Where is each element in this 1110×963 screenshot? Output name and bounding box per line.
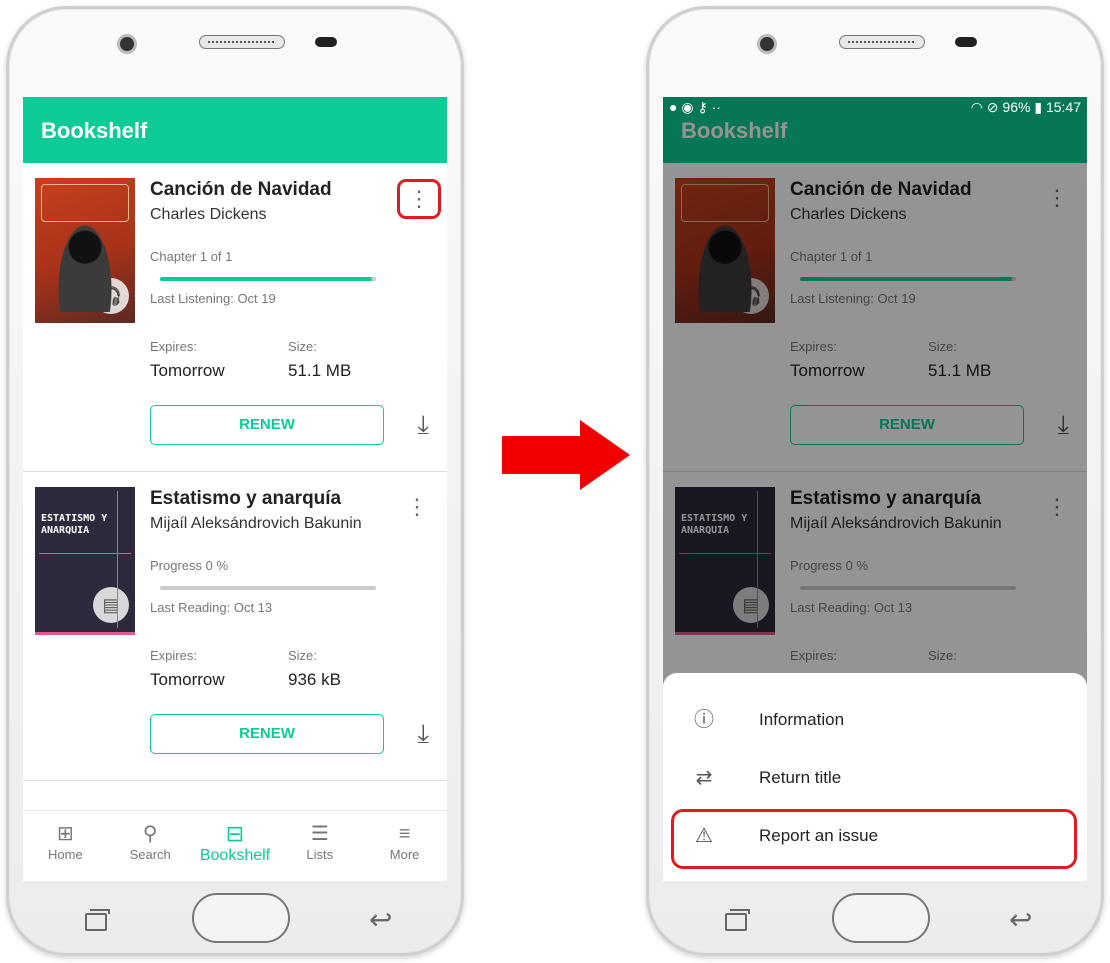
book-author: Mijaíl Aleksándrovich Bakunin xyxy=(150,515,362,532)
book-card[interactable]: ESTATISMO Y ANARQUIA ▤ Estatismo y anarq… xyxy=(23,472,447,781)
earpiece-speaker xyxy=(199,35,285,49)
earpiece-speaker xyxy=(839,35,925,49)
more-options-icon[interactable]: ⋮ xyxy=(397,179,441,219)
do-not-disturb-icon: ⊘ xyxy=(986,99,999,115)
phone-before: Bookshelf 🎧 Canción de Navidad Charles D… xyxy=(6,6,464,956)
menu-item-return-title[interactable]: ⇄ Return title xyxy=(663,751,1087,809)
battery-level: 96% xyxy=(1002,99,1031,115)
progress-bar xyxy=(160,586,376,590)
transition-arrow xyxy=(502,420,630,490)
report-icon: ⚠ xyxy=(695,825,713,847)
screen: Bookshelf 🎧 Canción de Navidad Charles D… xyxy=(663,97,1087,881)
progress-label: Chapter 1 of 1 xyxy=(150,249,233,264)
front-camera xyxy=(760,37,774,51)
status-bar: ● ◉ ⚷ ·· ◠ ⊘ 96% ▮ 15:47 xyxy=(663,97,1087,119)
book-author: Charles Dickens xyxy=(150,206,267,223)
recent-apps-icon[interactable] xyxy=(85,909,110,931)
tab-more[interactable]: ≡ More xyxy=(362,811,447,881)
size-value: 936 kB xyxy=(288,670,341,689)
search-icon: ⚲ xyxy=(142,823,158,845)
proximity-sensor xyxy=(955,37,977,47)
tab-search[interactable]: ⚲ Search xyxy=(108,811,193,881)
download-icon[interactable]: ⤓ xyxy=(418,409,430,441)
menu-icon: ≡ xyxy=(398,823,411,845)
size-value: 51.1 MB xyxy=(288,361,352,380)
tab-lists[interactable]: ☰ Lists xyxy=(277,811,362,881)
front-camera xyxy=(120,37,134,51)
tab-bookshelf[interactable]: ⊟ Bookshelf xyxy=(193,811,278,881)
expires-label: Expires: xyxy=(150,648,197,663)
bottom-navigation: ⊞ Home ⚲ Search ⊟ Bookshelf ☰ Lists ≡ More xyxy=(23,810,447,881)
expires-value: Tomorrow xyxy=(150,670,225,689)
app-bar-title: Bookshelf xyxy=(23,97,447,163)
more-options-icon[interactable]: ⋮ xyxy=(405,496,429,518)
ebook-icon: ▤ xyxy=(93,587,129,623)
book-title[interactable]: Estatismo y anarquía xyxy=(150,488,341,510)
expires-label: Expires: xyxy=(150,339,197,354)
notification-icons: ● ◉ ⚷ ·· xyxy=(669,99,721,115)
size-label: Size: xyxy=(288,648,317,663)
swap-arrows-icon: ⇄ xyxy=(695,767,713,789)
book-title[interactable]: Canción de Navidad xyxy=(150,179,332,201)
download-icon[interactable]: ⤓ xyxy=(418,718,430,750)
menu-item-label: Information xyxy=(759,710,845,729)
home-button[interactable] xyxy=(832,893,930,943)
list-heart-icon: ☰ xyxy=(310,823,329,845)
size-label: Size: xyxy=(288,339,317,354)
proximity-sensor xyxy=(315,37,337,47)
bookshelf-icon: ⊟ xyxy=(225,821,245,846)
back-icon[interactable]: ↩ xyxy=(369,903,392,936)
progress-bar xyxy=(160,277,376,281)
recent-apps-icon[interactable] xyxy=(725,909,750,931)
headphones-icon: 🎧 xyxy=(93,278,129,314)
book-cover[interactable]: 🎧 xyxy=(35,178,135,323)
cover-title: ESTATISMO Y ANARQUIA xyxy=(41,513,108,536)
clock: 15:47 xyxy=(1045,99,1081,115)
screen: Bookshelf 🎧 Canción de Navidad Charles D… xyxy=(23,97,447,881)
phone-after: Bookshelf 🎧 Canción de Navidad Charles D… xyxy=(646,6,1104,956)
hardware-keys: ↩ xyxy=(9,889,461,949)
status-right: ◠ ⊘ 96% ▮ 15:47 xyxy=(971,99,1081,116)
renew-button[interactable]: RENEW xyxy=(150,714,384,754)
grid-icon: ⊞ xyxy=(57,823,74,845)
menu-item-label: Report an issue xyxy=(759,826,879,845)
home-button[interactable] xyxy=(192,893,290,943)
book-card[interactable]: 🎧 Canción de Navidad Charles Dickens ⋮ C… xyxy=(23,163,447,472)
renew-button[interactable]: RENEW xyxy=(150,405,384,445)
wifi-icon: ◠ xyxy=(970,99,983,115)
options-bottom-sheet: ⓘ Information ⇄ Return title ⚠ Report an… xyxy=(663,673,1087,881)
expires-value: Tomorrow xyxy=(150,361,225,380)
progress-label: Progress 0 % xyxy=(150,558,229,573)
menu-item-information[interactable]: ⓘ Information xyxy=(663,693,1087,751)
tab-home[interactable]: ⊞ Home xyxy=(23,811,108,881)
info-icon: ⓘ xyxy=(694,709,714,731)
back-icon[interactable]: ↩ xyxy=(1009,903,1032,936)
menu-item-label: Return title xyxy=(759,768,842,787)
book-cover[interactable]: ESTATISMO Y ANARQUIA ▤ xyxy=(35,487,135,635)
hardware-keys: ↩ xyxy=(649,889,1101,949)
battery-icon: ▮ xyxy=(1034,99,1043,115)
menu-item-report-issue[interactable]: ⚠ Report an issue xyxy=(671,809,1077,869)
last-activity: Last Reading: Oct 13 xyxy=(150,600,273,615)
last-activity: Last Listening: Oct 19 xyxy=(150,291,276,306)
